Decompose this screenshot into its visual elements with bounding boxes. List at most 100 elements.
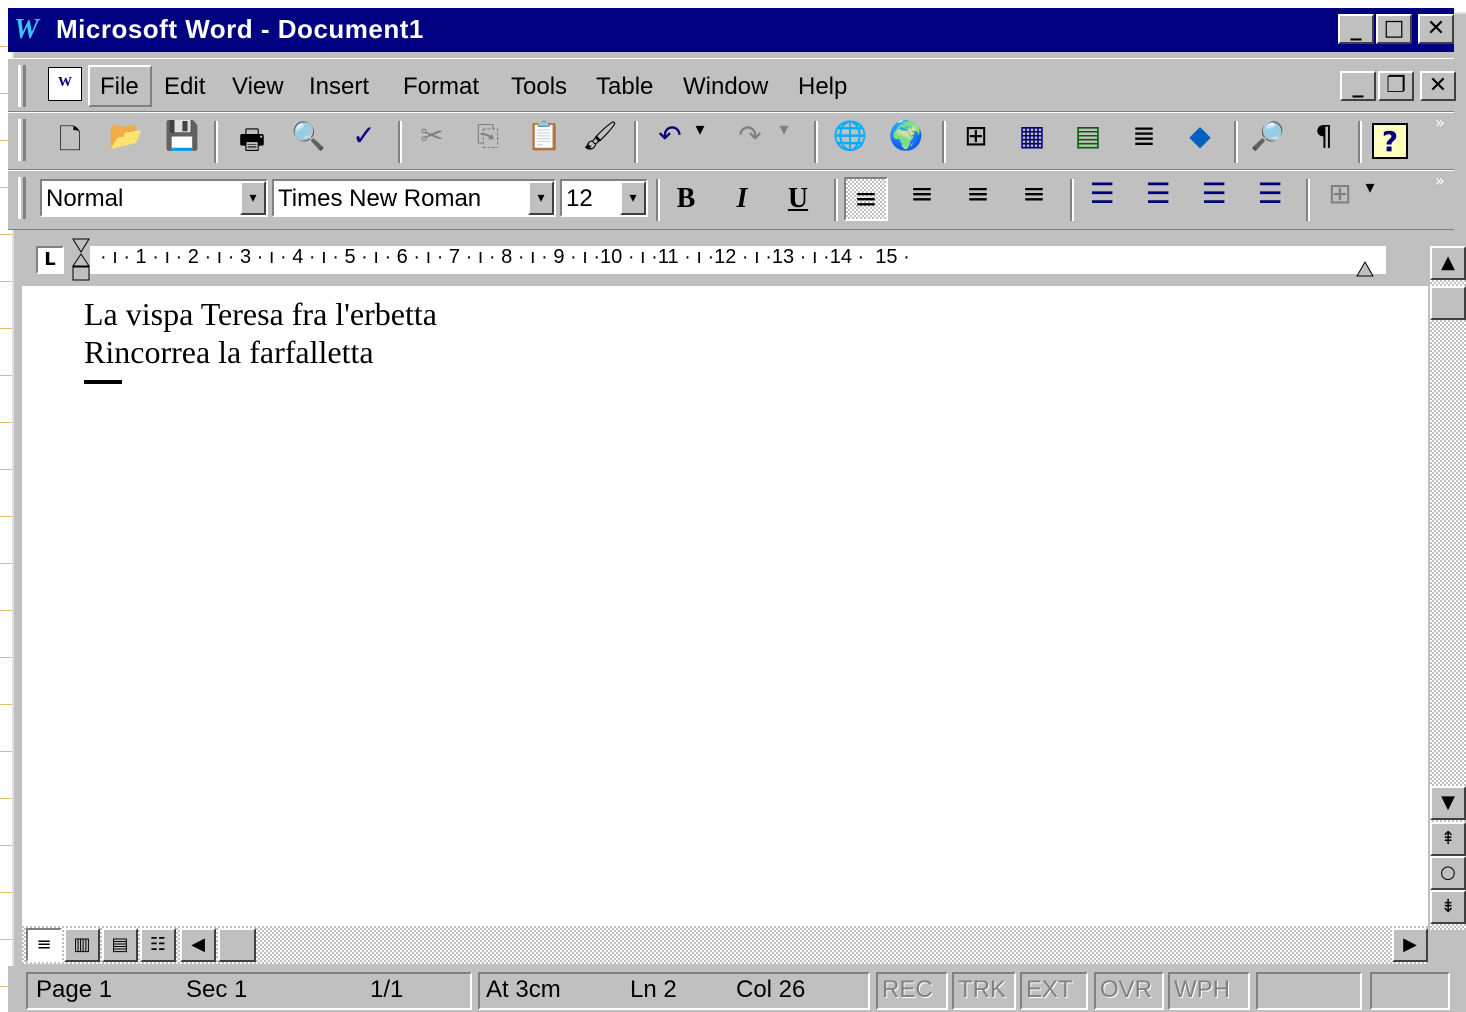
menu-table[interactable]: Table — [596, 73, 653, 101]
copy-icon[interactable]: ⎘ — [466, 119, 510, 163]
redo-dropdown-icon[interactable]: ▾ — [772, 119, 796, 163]
spelling-icon[interactable]: ✓ — [342, 119, 386, 163]
borders-dropdown-icon[interactable]: ▾ — [1358, 177, 1382, 221]
more-buttons-icon[interactable]: » — [1428, 113, 1452, 157]
underline-button[interactable]: U — [776, 177, 820, 221]
tables-borders-icon[interactable]: ⊞ — [954, 119, 998, 163]
status-bar: Page 1 Sec 1 1/1 At 3cm Ln 2 Col 26 REC … — [8, 966, 1454, 1012]
chevron-down-icon[interactable]: ▾ — [620, 181, 646, 215]
help-icon[interactable]: ? — [1372, 123, 1408, 159]
toolbar-grip[interactable] — [18, 65, 26, 107]
indent-markers-icon[interactable] — [72, 238, 90, 282]
paste-icon[interactable]: 📋 — [522, 119, 566, 163]
justify-button[interactable]: ≡ — [1012, 177, 1056, 221]
web-toolbar-icon[interactable]: 🌍 — [884, 119, 928, 163]
doc-restore-button[interactable]: ❐ — [1378, 71, 1414, 101]
toolbar-grip[interactable] — [18, 119, 26, 161]
scroll-thumb[interactable] — [1430, 286, 1466, 320]
save-icon[interactable]: 💾 — [160, 119, 204, 163]
horizontal-scrollbar[interactable]: ≡ ▥ ▤ ☷ ◀ ▶ — [22, 926, 1428, 964]
status-ovr[interactable]: OVR — [1100, 976, 1152, 1004]
document-area[interactable]: La vispa Teresa fra l'erbetta Rincorrea … — [22, 286, 1428, 930]
horizontal-scroll-thumb[interactable] — [218, 928, 256, 962]
align-right-button[interactable]: ≡ — [956, 177, 1000, 221]
close-button[interactable]: ✕ — [1418, 14, 1454, 44]
normal-view-button[interactable]: ≡ — [26, 928, 62, 962]
align-left-button[interactable]: ≡ — [844, 177, 888, 221]
status-ext[interactable]: EXT — [1026, 976, 1073, 1004]
print-layout-view-button[interactable]: ▤ — [102, 928, 138, 962]
menu-view[interactable]: View — [232, 73, 284, 101]
maximize-button[interactable]: □ — [1376, 14, 1412, 44]
font-size-combo[interactable]: 12 ▾ — [560, 179, 648, 217]
menu-window[interactable]: Window — [683, 73, 768, 101]
menu-insert[interactable]: Insert — [309, 73, 369, 101]
insert-table-icon[interactable]: ▦ — [1010, 119, 1054, 163]
insert-hyperlink-icon[interactable]: 🌐 — [828, 119, 872, 163]
web-layout-view-button[interactable]: ▥ — [64, 928, 100, 962]
redo-icon[interactable]: ↷ — [728, 119, 772, 163]
columns-icon[interactable]: ≣ — [1122, 119, 1166, 163]
increase-indent-icon[interactable]: ☰ — [1248, 177, 1292, 221]
format-painter-icon[interactable]: 🖌 — [578, 119, 622, 163]
menu-help[interactable]: Help — [798, 73, 847, 101]
doc-close-button[interactable]: ✕ — [1420, 71, 1456, 101]
scroll-down-button[interactable]: ▼ — [1430, 786, 1466, 820]
font-combo[interactable]: Times New Roman ▾ — [272, 179, 556, 217]
document-line[interactable]: Rincorrea la farfalletta — [84, 334, 374, 371]
document-line[interactable]: La vispa Teresa fra l'erbetta — [84, 296, 437, 333]
menu-tools[interactable]: Tools — [511, 73, 567, 101]
print-icon[interactable]: 🖶 — [230, 119, 274, 163]
next-page-button[interactable]: ⇟ — [1430, 890, 1466, 924]
more-buttons-icon[interactable]: » — [1428, 171, 1452, 215]
right-indent-icon[interactable] — [1356, 260, 1374, 278]
bold-button[interactable]: B — [664, 177, 708, 221]
scroll-left-button[interactable]: ◀ — [180, 928, 216, 962]
status-trk[interactable]: TRK — [958, 976, 1006, 1004]
borders-icon[interactable]: ⊞ — [1318, 177, 1362, 221]
numbering-icon[interactable]: ☰ — [1080, 177, 1124, 221]
tab-selector[interactable]: L — [36, 246, 64, 274]
end-of-document-marker — [84, 380, 122, 384]
italic-button[interactable]: I — [720, 177, 764, 221]
toolbar-separator — [634, 121, 638, 163]
chevron-down-icon[interactable]: ▾ — [240, 181, 266, 215]
insert-excel-icon[interactable]: ▤ — [1066, 119, 1110, 163]
menu-edit[interactable]: Edit — [164, 73, 205, 101]
menu-file[interactable]: File — [100, 73, 139, 101]
decrease-indent-icon[interactable]: ☰ — [1192, 177, 1236, 221]
status-wph[interactable]: WPH — [1174, 976, 1230, 1004]
document-icon[interactable]: W — [48, 67, 82, 101]
scroll-up-button[interactable]: ▲ — [1430, 246, 1466, 280]
scroll-right-button[interactable]: ▶ — [1392, 928, 1428, 962]
undo-dropdown-icon[interactable]: ▾ — [688, 119, 712, 163]
title-bar[interactable]: W Microsoft Word - Document1 _ □ ✕ — [8, 8, 1454, 52]
previous-page-button[interactable]: ⇞ — [1430, 822, 1466, 856]
toolbar-grip[interactable] — [18, 177, 26, 219]
new-icon[interactable]: 🗋 — [48, 119, 92, 163]
status-spelling-panel — [1256, 972, 1362, 1010]
open-icon[interactable]: 📂 — [104, 119, 148, 163]
select-browse-object-button[interactable]: ○ — [1430, 856, 1466, 890]
menu-format[interactable]: Format — [403, 73, 479, 101]
print-preview-icon[interactable]: 🔍 — [286, 119, 330, 163]
doc-minimize-button[interactable]: _ — [1340, 71, 1376, 101]
toolbar-separator — [1070, 179, 1074, 221]
vertical-scrollbar[interactable]: ▲ ▼ ⇞ ○ ⇟ — [1430, 246, 1466, 930]
window-title: Microsoft Word - Document1 — [56, 14, 424, 44]
drawing-icon[interactable]: ◆ — [1178, 119, 1222, 163]
ruler-labels: · ı · 1 · ı · 2 · ı · 3 · ı · 4 · ı · 5 … — [100, 246, 910, 268]
style-combo[interactable]: Normal ▾ — [40, 179, 268, 217]
chevron-down-icon[interactable]: ▾ — [528, 181, 554, 215]
toolbar-separator — [398, 121, 402, 163]
show-hide-icon[interactable]: ¶ — [1302, 119, 1346, 163]
horizontal-ruler[interactable]: L · ı · 1 · ı · 2 · ı · 3 · ı · 4 · ı · … — [20, 238, 1428, 284]
cut-icon[interactable]: ✂ — [410, 119, 454, 163]
outline-view-button[interactable]: ☷ — [140, 928, 176, 962]
document-map-icon[interactable]: 🔎 — [1246, 119, 1290, 163]
align-center-button[interactable]: ≡ — [900, 177, 944, 221]
undo-icon[interactable]: ↶ — [648, 119, 692, 163]
bullets-icon[interactable]: ☰ — [1136, 177, 1180, 221]
minimize-button[interactable]: _ — [1338, 14, 1374, 44]
status-rec[interactable]: REC — [882, 976, 933, 1004]
